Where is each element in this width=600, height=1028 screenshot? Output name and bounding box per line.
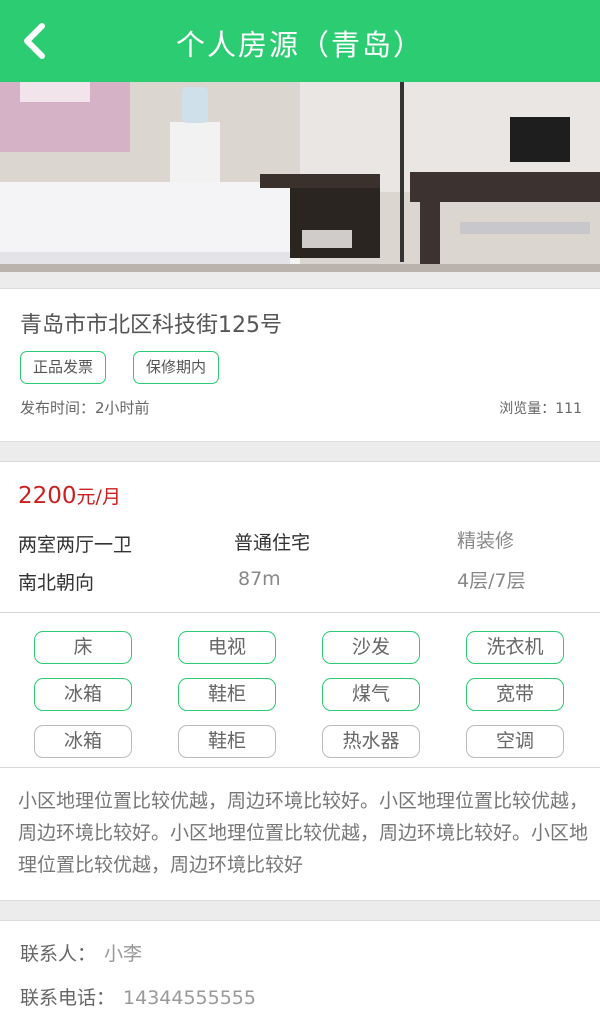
amenity-gas: 煤气 [322, 678, 420, 711]
top-bar: 个人房源（青岛） [0, 0, 600, 82]
publish-time: 发布时间：2小时前 [20, 397, 150, 418]
amenity-water-heater: 热水器 [322, 725, 420, 758]
area: 87m [238, 568, 281, 590]
amenity-fridge: 冰箱 [34, 678, 132, 711]
page-title: 个人房源（青岛） [175, 28, 424, 62]
contact-name-row: 联系人： 小李 [20, 939, 142, 966]
housing-type: 普通住宅 [234, 532, 311, 554]
contact-name-label: 联系人： [20, 943, 97, 965]
contact-phone-label: 联系电话： [20, 987, 116, 1009]
tag-warranty: 保修期内 [133, 351, 220, 384]
contact-card: 联系人： 小李 联系电话： 14344555555 [0, 920, 600, 1028]
price-value: 2200 [18, 483, 77, 509]
price: 2200元/月 [18, 482, 121, 509]
decoration: 精装修 [457, 530, 515, 552]
contact-phone-row[interactable]: 联系电话： 14344555555 [20, 983, 256, 1010]
divider [0, 612, 600, 613]
amenity-shoe-cabinet-unavailable: 鞋柜 [178, 725, 276, 758]
views-label: 浏览量： [499, 401, 556, 417]
amenity-tv: 电视 [178, 631, 276, 664]
detail-card: 2200元/月 两室两厅一卫 普通住宅 精装修 南北朝向 87m 4层/7层 床… [0, 461, 600, 901]
tag-invoice: 正品发票 [20, 351, 107, 384]
amenity-washer: 洗衣机 [466, 631, 564, 664]
orientation: 南北朝向 [18, 572, 95, 594]
amenity-sofa: 沙发 [322, 631, 420, 664]
amenity-broadband: 宽带 [466, 678, 564, 711]
view-count: 浏览量：111 [499, 398, 582, 418]
amenity-air-conditioner: 空调 [466, 725, 564, 758]
contact-phone[interactable]: 14344555555 [123, 987, 256, 1009]
listing-photo[interactable] [0, 82, 600, 272]
room-layout: 两室两厅一卫 [18, 534, 133, 556]
listing-address: 青岛市市北区科技街125号 [20, 313, 282, 338]
address-card: 青岛市市北区科技街125号 正品发票 保修期内 发布时间：2小时前 浏览量：11… [0, 288, 600, 442]
divider [0, 767, 600, 768]
amenity-shoe-cabinet: 鞋柜 [178, 678, 276, 711]
amenity-bed: 床 [34, 631, 132, 664]
floor: 4层/7层 [457, 570, 526, 592]
amenity-fridge-unavailable: 冰箱 [34, 725, 132, 758]
publish-value: 2小时前 [95, 399, 150, 417]
listing-description: 小区地理位置比较优越，周边环境比较好。小区地理位置比较优越，周边环境比较好。小区… [18, 790, 589, 876]
contact-name: 小李 [104, 943, 143, 965]
publish-label: 发布时间： [20, 399, 96, 417]
price-unit: 元/月 [76, 486, 121, 508]
views-value: 111 [555, 401, 582, 417]
